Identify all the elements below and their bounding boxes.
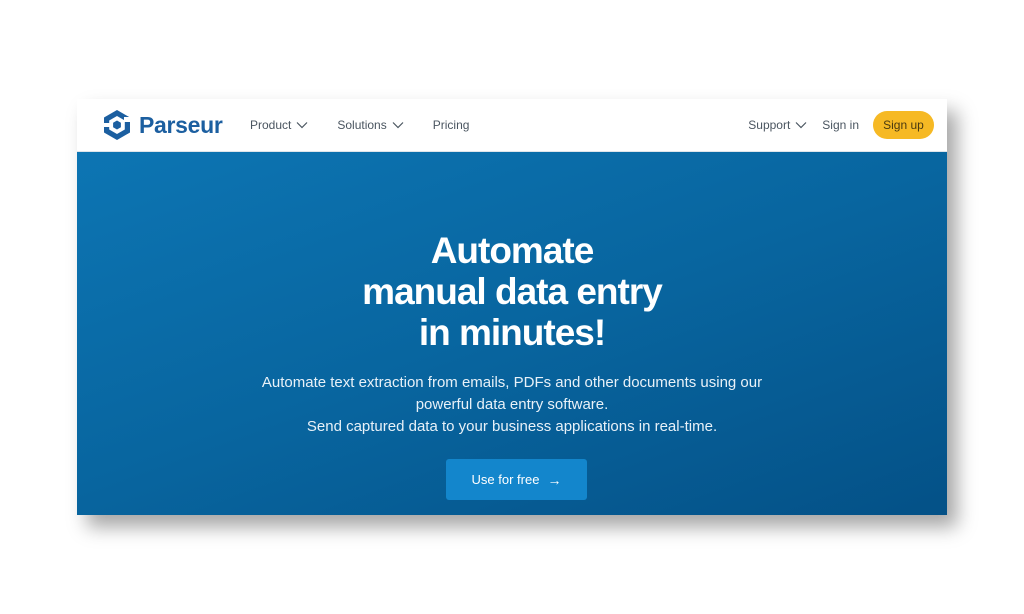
parseur-logo-icon (104, 110, 130, 140)
chevron-down-icon (795, 122, 807, 129)
top-navbar: Parseur Product Solutions Pricing Suppor… (77, 99, 947, 152)
use-for-free-label: Use for free (471, 472, 540, 487)
brand-logo-link[interactable]: Parseur (102, 109, 223, 141)
nav-pricing-label: Pricing (432, 118, 470, 132)
hero-section: Automate manual data entry in minutes! A… (77, 152, 947, 515)
nav-solutions-menu[interactable]: Solutions (337, 118, 404, 132)
nav-product-menu[interactable]: Product (250, 118, 308, 132)
hero-headline-line-2: manual data entry (362, 271, 663, 312)
nav-pricing-link[interactable]: Pricing (433, 118, 470, 132)
arrow-right-icon: → (547, 471, 562, 488)
hero-subtitle-line-2: powerful data entry software. (415, 396, 609, 413)
chevron-down-icon (392, 122, 404, 129)
nav-solutions-label: Solutions (337, 118, 387, 132)
sign-up-button[interactable]: Sign up (873, 111, 934, 139)
nav-support-label: Support (748, 118, 791, 132)
use-for-free-button[interactable]: Use for free → (446, 459, 587, 500)
browser-viewport: Parseur Product Solutions Pricing Suppor… (77, 99, 947, 515)
hero-subtitle-line-3: Send captured data to your business appl… (306, 418, 718, 435)
brand-name: Parseur (139, 111, 223, 138)
sign-in-link[interactable]: Sign in (822, 118, 859, 132)
nav-support-menu[interactable]: Support (748, 118, 807, 132)
chevron-down-icon (296, 122, 308, 129)
hero-headline-line-3: in minutes! (418, 312, 606, 353)
hero-subtitle-line-1: Automate text extraction from emails, PD… (261, 374, 763, 391)
sign-in-label: Sign in (822, 118, 859, 132)
hero-headline-line-1: Automate (430, 230, 595, 271)
nav-product-label: Product (250, 118, 292, 132)
secondary-nav: Support Sign in Sign up (748, 99, 934, 151)
primary-nav: Product Solutions Pricing (250, 99, 498, 151)
